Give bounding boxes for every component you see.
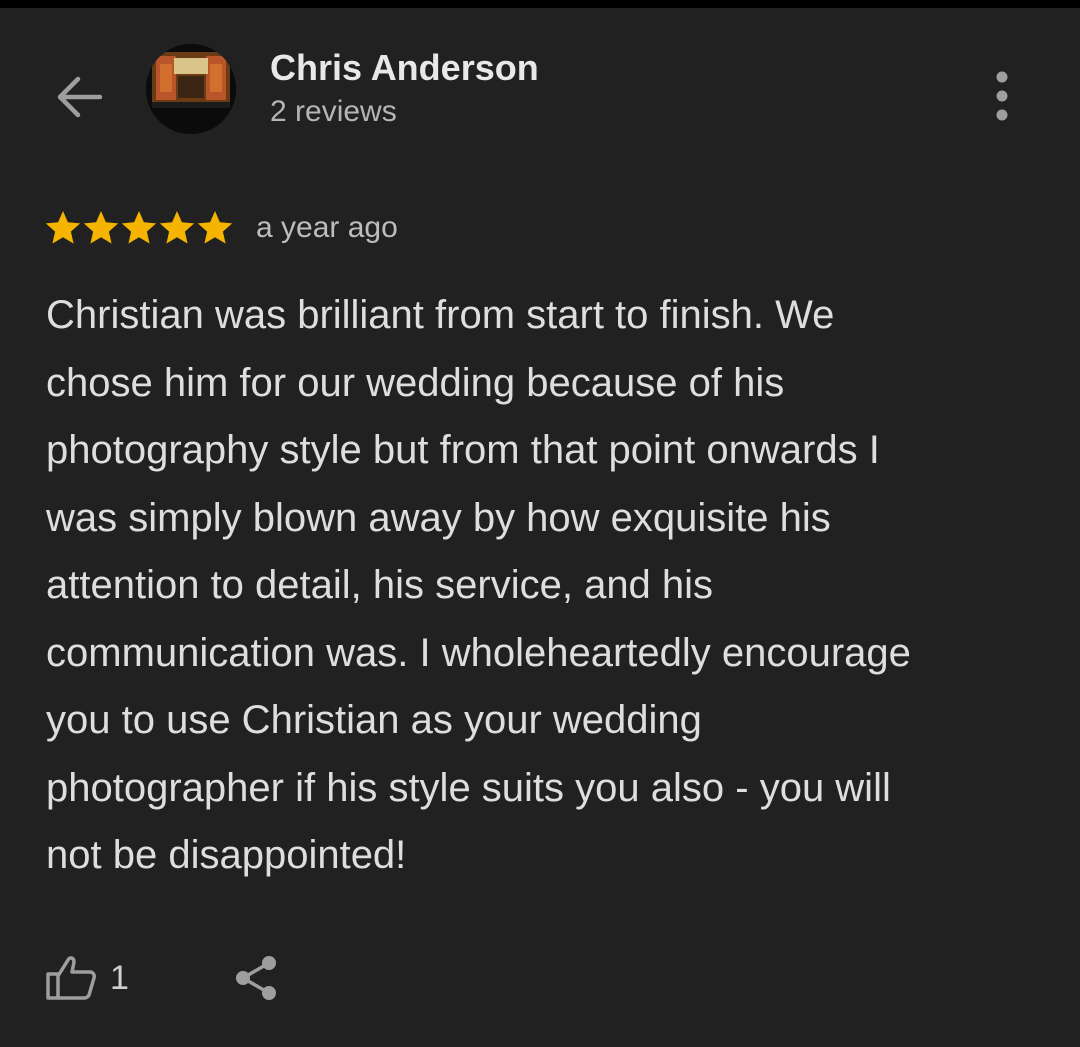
share-icon xyxy=(236,956,276,1000)
rating-row: a year ago xyxy=(44,204,398,252)
review-date: a year ago xyxy=(256,211,398,244)
more-vert-icon xyxy=(996,71,1008,121)
review-text-line: photography style but from that point on… xyxy=(46,428,880,472)
review-screen: Chris Anderson 2 reviews a year ago Chri… xyxy=(0,0,1080,1047)
review-text-line: not be disappointed! xyxy=(46,833,407,877)
review-text-line: chose him for our wedding because of his xyxy=(46,360,785,405)
thumb-up-icon xyxy=(46,956,96,1000)
review-text-line: attention to detail, his service, and hi… xyxy=(46,563,714,607)
star-icon xyxy=(44,209,82,247)
star-icon xyxy=(196,209,234,247)
star-icon xyxy=(120,209,158,247)
star-rating xyxy=(44,209,234,247)
more-options-button[interactable] xyxy=(972,64,1032,128)
review-count: 2 reviews xyxy=(270,95,397,128)
review-text-line: photographer if his style suits you also… xyxy=(46,765,891,810)
review-text: Christian was brilliant from start to fi… xyxy=(46,282,1046,890)
star-icon xyxy=(82,209,120,247)
review-text-line: communication was. I wholeheartedly enco… xyxy=(46,630,911,675)
star-icon xyxy=(158,209,196,247)
review-text-line: was simply blown away by how exquisite h… xyxy=(46,495,831,540)
profile-photo xyxy=(146,44,236,134)
back-button[interactable] xyxy=(44,62,114,132)
avatar[interactable] xyxy=(146,44,236,134)
review-text-line: you to use Christian as your wedding xyxy=(46,698,702,742)
like-count: 1 xyxy=(110,958,129,997)
like-button[interactable]: 1 xyxy=(44,948,129,1008)
reviewer-name[interactable]: Chris Anderson xyxy=(270,46,539,90)
arrow-left-icon xyxy=(57,76,103,118)
review-text-line: Christian was brilliant from start to fi… xyxy=(46,293,835,337)
share-button[interactable] xyxy=(226,948,286,1008)
